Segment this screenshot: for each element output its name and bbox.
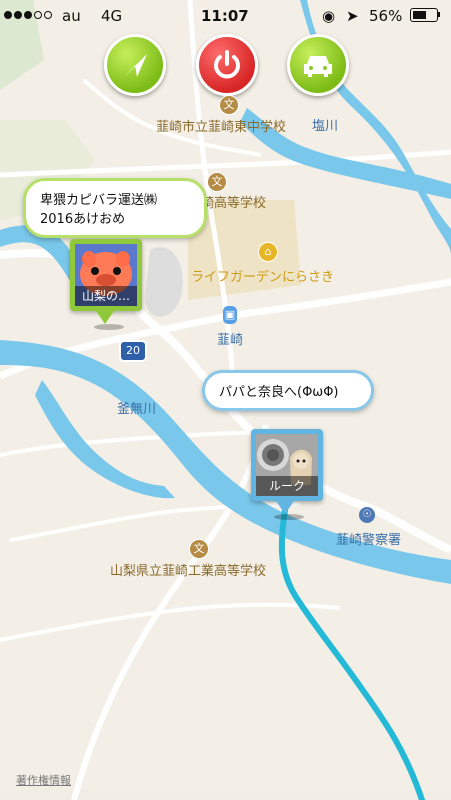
marker-shadow-1 [94, 324, 124, 330]
route-shield[interactable]: 20 [119, 340, 147, 362]
train-station-icon[interactable]: ▣ [223, 306, 237, 324]
marker-pin-1[interactable]: 山梨の… [70, 239, 142, 311]
car-button[interactable] [287, 34, 349, 96]
signal-dot-icon [34, 11, 42, 19]
map-label-school-1[interactable]: 韮崎市立韮崎東中学校 [156, 116, 286, 135]
shopping-icon[interactable]: ⌂ [258, 242, 278, 262]
battery-percent: 56% [369, 7, 403, 25]
map-label-police[interactable]: 韮崎警察署 [336, 529, 401, 548]
network-label: 4G [101, 7, 123, 25]
signal-dot-icon [14, 11, 22, 19]
car-icon [304, 56, 332, 77]
map-label-station[interactable]: 韮崎 [217, 329, 243, 348]
map-label-shopping[interactable]: ライフガーデンにらさき [191, 266, 334, 285]
police-icon[interactable]: ☉ [359, 507, 375, 523]
status-bar: au 4G 11:07 ◉ ➤ 56% [0, 0, 451, 30]
signal-dot-icon [24, 11, 32, 19]
time-label: 11:07 [201, 7, 249, 25]
map-label-school-3[interactable]: 山梨県立韮崎工業高等学校 [110, 560, 266, 579]
marker-tail-1 [96, 311, 114, 324]
marker-pin-2[interactable]: ルーク [251, 429, 323, 501]
signal-dot-icon [44, 11, 52, 19]
school-icon[interactable]: 文 [189, 539, 209, 559]
location-arrow-icon [125, 54, 147, 77]
marker-shadow-2 [274, 514, 304, 520]
battery-icon [410, 8, 438, 22]
power-icon [214, 50, 240, 79]
school-icon[interactable]: 文 [207, 172, 227, 192]
power-button[interactable] [196, 34, 258, 96]
map-label-river-1[interactable]: 塩川 [312, 115, 338, 134]
marker-tail-2 [276, 501, 294, 514]
copyright-link[interactable]: 著作権情報 [16, 772, 71, 788]
marker-bubble-2[interactable]: パパと奈良へ(ΦωΦ) [202, 370, 374, 411]
map-label-river-2[interactable]: 釜無川 [117, 398, 156, 417]
rotation-lock-icon: ◉ [322, 7, 336, 25]
signal-dot-icon [4, 11, 12, 19]
marker-label-2: ルーク [256, 476, 318, 496]
marker-label-1: 山梨の… [75, 286, 137, 306]
location-button[interactable] [104, 34, 166, 96]
school-icon[interactable]: 文 [219, 95, 239, 115]
carrier-label: au [62, 7, 81, 25]
marker-bubble-1[interactable]: 卑猥カピバラ運送㈱ 2016あけおめ [23, 178, 207, 238]
location-arrow-icon: ➤ [346, 7, 359, 25]
